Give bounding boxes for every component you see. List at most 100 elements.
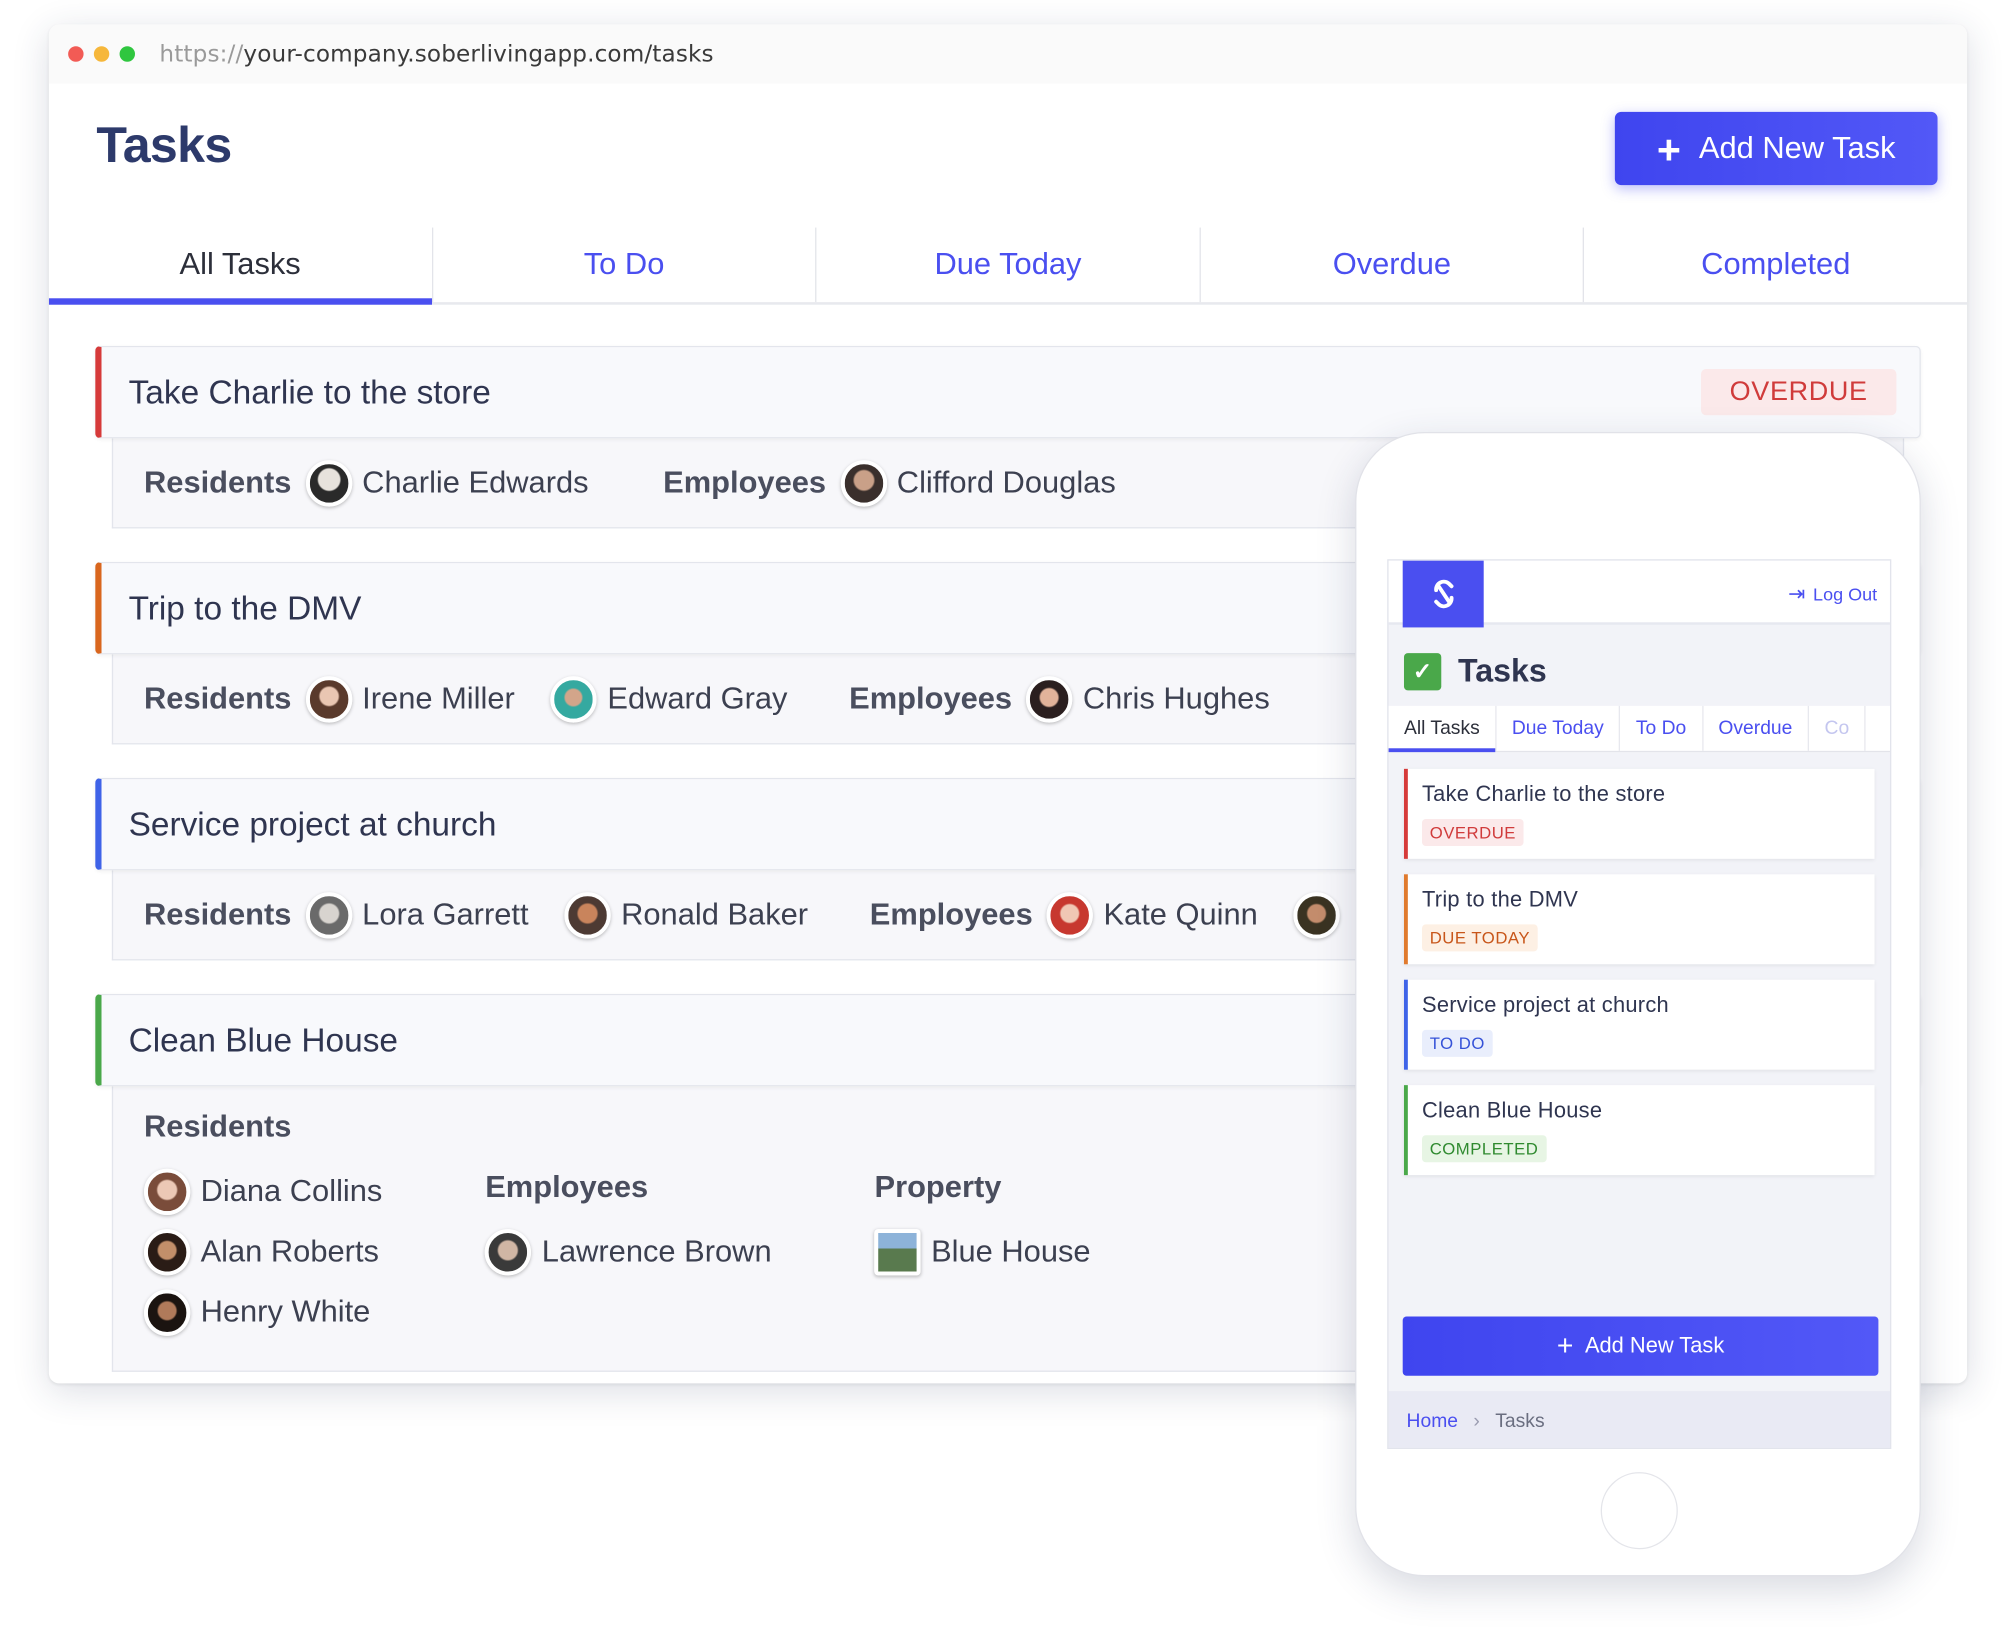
mobile-tab-completed[interactable]: Co: [1809, 705, 1866, 751]
employee-chip[interactable]: Clifford Douglas: [840, 459, 1116, 506]
chevron-right-icon: ›: [1473, 1409, 1480, 1432]
status-badge: COMPLETED: [1421, 1135, 1547, 1163]
mobile-tab-due-today[interactable]: Due Today: [1496, 705, 1621, 751]
avatar: [143, 1289, 191, 1336]
avatar[interactable]: [1293, 891, 1341, 938]
employees-label: Employees: [663, 464, 827, 500]
resident-chip[interactable]: Henry White: [143, 1289, 382, 1336]
employee-chip[interactable]: Chris Hughes: [1026, 675, 1270, 722]
tab-completed[interactable]: Completed: [1584, 228, 1967, 303]
task-title: Take Charlie to the store: [128, 372, 491, 411]
person-name: Lawrence Brown: [541, 1234, 772, 1269]
task-title: Trip to the DMV: [128, 588, 362, 627]
employees-column: Employees Lawrence Brown: [485, 1170, 807, 1290]
mobile-add-task-button[interactable]: + Add New Task: [1402, 1316, 1879, 1376]
person-name: Charlie Edwards: [362, 464, 589, 500]
person-name: Clifford Douglas: [896, 464, 1116, 500]
task-header[interactable]: Take Charlie to the store OVERDUE: [95, 345, 1921, 439]
mobile-tab-overdue[interactable]: Overdue: [1703, 705, 1810, 751]
person-name: Henry White: [200, 1294, 371, 1330]
person-name: Edward Gray: [607, 680, 788, 716]
employee-chip[interactable]: Kate Quinn: [1046, 891, 1258, 938]
residents-label: Residents: [143, 1109, 292, 1145]
mobile-task-list: Take Charlie to the store OVERDUE Trip t…: [1403, 768, 1875, 1191]
mobile-header: ⇥ Log Out: [1388, 560, 1890, 628]
property-chip[interactable]: Blue House: [874, 1229, 1091, 1276]
phone-screen: ⇥ Log Out ✓ Tasks All Tasks Due Today To…: [1387, 559, 1892, 1449]
person-name: Kate Quinn: [1103, 896, 1258, 932]
resident-chip[interactable]: Irene Miller: [305, 675, 515, 722]
maximize-dot-icon[interactable]: [119, 46, 135, 62]
resident-chip[interactable]: Charlie Edwards: [305, 459, 589, 506]
mobile-tabs: All Tasks Due Today To Do Overdue Co: [1388, 705, 1890, 753]
mobile-add-label: Add New Task: [1584, 1333, 1725, 1358]
resident-chip[interactable]: Edward Gray: [550, 675, 788, 722]
breadcrumb-current: Tasks: [1495, 1409, 1545, 1432]
status-badge: TO DO: [1421, 1029, 1493, 1057]
status-badge: OVERDUE: [1421, 818, 1524, 846]
avatar: [143, 1229, 191, 1276]
checkbox-icon: ✓: [1403, 653, 1442, 691]
mobile-tab-all-tasks[interactable]: All Tasks: [1388, 705, 1497, 753]
mobile-task-title: Service project at church: [1421, 992, 1669, 1017]
app-logo-icon[interactable]: [1402, 560, 1484, 628]
employees-label: Employees: [849, 680, 1013, 716]
add-new-task-label: Add New Task: [1698, 130, 1896, 166]
mobile-task-card[interactable]: Take Charlie to the store OVERDUE: [1403, 768, 1875, 859]
task-title: Clean Blue House: [128, 1020, 399, 1059]
house-photo-icon: [874, 1229, 921, 1276]
mobile-title-text: Tasks: [1457, 653, 1547, 690]
mobile-task-title: Clean Blue House: [1421, 1097, 1603, 1123]
phone-home-button[interactable]: [1600, 1472, 1678, 1550]
mobile-task-title: Trip to the DMV: [1421, 887, 1579, 912]
person-name: Ronald Baker: [621, 896, 809, 932]
mobile-task-card[interactable]: Service project at church TO DO: [1403, 979, 1875, 1070]
close-dot-icon[interactable]: [68, 46, 84, 62]
property-column: Property Blue House: [874, 1170, 1126, 1290]
resident-chip[interactable]: Alan Roberts: [143, 1229, 382, 1276]
avatar: [564, 891, 611, 938]
page-title: Tasks: [96, 118, 232, 174]
breadcrumb-home-link[interactable]: Home: [1407, 1410, 1458, 1432]
employees-label: Employees: [869, 896, 1033, 932]
residents-label: Residents: [143, 896, 292, 932]
minimize-dot-icon[interactable]: [93, 46, 110, 62]
avatar: [840, 459, 887, 506]
add-new-task-button[interactable]: + Add New Task: [1614, 111, 1938, 186]
tab-to-do[interactable]: To Do: [433, 227, 817, 303]
logout-label: Log Out: [1813, 583, 1878, 605]
tab-due-today[interactable]: Due Today: [817, 227, 1201, 303]
plus-icon: +: [1556, 1329, 1574, 1362]
resident-chip[interactable]: Lora Garrett: [305, 891, 529, 938]
url-protocol: https://: [159, 40, 244, 68]
url-path: your-company.soberlivingapp.com/tasks: [243, 40, 714, 68]
tab-overdue[interactable]: Overdue: [1201, 227, 1585, 303]
employees-label: Employees: [485, 1169, 649, 1205]
plus-icon: +: [1656, 125, 1681, 172]
mobile-tab-to-do[interactable]: To Do: [1620, 705, 1703, 751]
task-title: Service project at church: [128, 804, 497, 843]
residents-column: Residents Diana Collins Alan Roberts Hen…: [143, 1109, 418, 1350]
address-bar[interactable]: https://your-company.soberlivingapp.com/…: [159, 40, 713, 67]
avatar: [305, 675, 352, 722]
browser-chrome: https://your-company.soberlivingapp.com/…: [48, 24, 1968, 84]
avatar: [1046, 891, 1094, 938]
avatar: [1026, 675, 1073, 722]
status-badge: DUE TODAY: [1421, 924, 1538, 952]
person-name: Diana Collins: [200, 1173, 383, 1209]
mobile-task-title: Take Charlie to the store: [1421, 781, 1666, 807]
resident-chip[interactable]: Ronald Baker: [564, 891, 809, 938]
avatar: [305, 459, 352, 506]
avatar: [305, 891, 352, 938]
status-badge: OVERDUE: [1700, 368, 1897, 416]
avatar: [550, 675, 598, 722]
mobile-task-card[interactable]: Clean Blue House COMPLETED: [1403, 1085, 1875, 1176]
residents-label: Residents: [143, 680, 292, 716]
mobile-task-card[interactable]: Trip to the DMV DUE TODAY: [1403, 874, 1875, 965]
logout-link[interactable]: ⇥ Log Out: [1788, 581, 1877, 607]
person-name: Lora Garrett: [362, 896, 529, 932]
employee-chip[interactable]: Lawrence Brown: [485, 1229, 772, 1276]
logout-icon: ⇥: [1788, 583, 1806, 606]
tab-all-tasks[interactable]: All Tasks: [48, 227, 433, 305]
resident-chip[interactable]: Diana Collins: [143, 1168, 383, 1215]
